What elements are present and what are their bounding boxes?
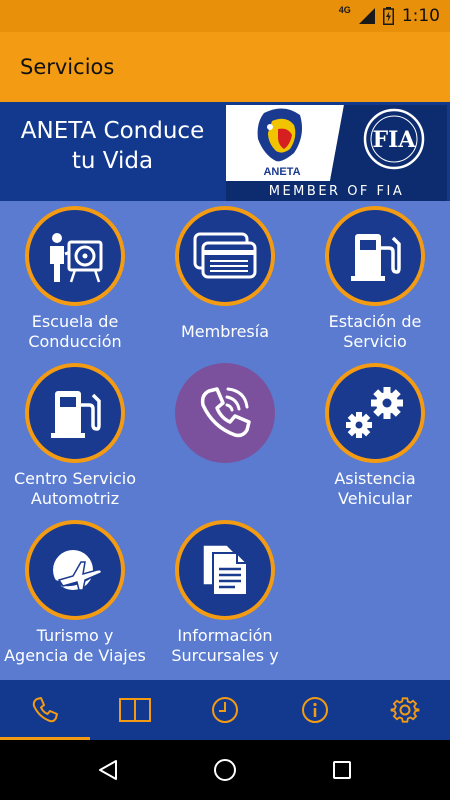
banner[interactable]: ANETA Conduce tu Vida ANETA FIA MEMBER O… bbox=[0, 102, 450, 201]
fia-logo-text: FIA bbox=[373, 127, 417, 153]
tab-guide[interactable] bbox=[90, 680, 180, 740]
status-bar: 4G 1:10 bbox=[0, 0, 450, 32]
tab-contact[interactable] bbox=[0, 680, 90, 740]
service-circle bbox=[325, 363, 425, 463]
service-label: Información Surcursales y bbox=[150, 626, 300, 666]
service-circle bbox=[25, 206, 125, 306]
service-label-line1: Estación de bbox=[328, 312, 422, 331]
globe-plane-icon bbox=[50, 550, 103, 591]
viber-phone-icon bbox=[200, 387, 251, 438]
settings-icon bbox=[390, 697, 420, 723]
service-escuela-conduccion[interactable]: Escuela de Conducción bbox=[0, 206, 150, 352]
service-circle bbox=[325, 206, 425, 306]
service-label-line2: Vehicular bbox=[338, 489, 412, 508]
service-circle bbox=[25, 520, 125, 620]
back-icon[interactable] bbox=[96, 758, 120, 782]
fuel-station-icon bbox=[51, 391, 101, 438]
aneta-fia-emblem: ANETA FIA bbox=[226, 105, 447, 181]
service-asistencia-vehicular[interactable]: Asistencia Vehicular bbox=[300, 363, 450, 509]
service-label-line1: Turismo y bbox=[36, 626, 114, 645]
service-label-line2: Conducción bbox=[28, 332, 122, 351]
banner-slogan: ANETA Conduce tu Vida bbox=[0, 116, 225, 176]
service-circle bbox=[175, 520, 275, 620]
service-label-line2: Automotriz bbox=[30, 489, 120, 508]
network-type: 4G bbox=[338, 5, 351, 15]
service-label: Centro Servicio Automotriz bbox=[0, 469, 150, 509]
tab-history[interactable] bbox=[180, 680, 270, 740]
clock-icon bbox=[212, 697, 238, 723]
service-centro-automotriz[interactable]: Centro Servicio Automotriz bbox=[0, 363, 150, 509]
service-label-line1: Escuela de bbox=[31, 312, 119, 331]
fuel-station-icon bbox=[351, 234, 401, 281]
book-icon bbox=[119, 698, 151, 722]
service-label-line2: Servicio bbox=[343, 332, 407, 351]
driving-school-icon bbox=[50, 233, 103, 283]
service-label-line1: Información bbox=[177, 626, 273, 645]
tab-settings[interactable] bbox=[360, 680, 450, 740]
page-title: Servicios bbox=[20, 55, 115, 79]
viber-circle bbox=[175, 363, 275, 463]
service-label-line2: Agencia de Viajes bbox=[4, 646, 146, 665]
app-bar: Servicios bbox=[0, 32, 450, 102]
service-circle bbox=[175, 206, 275, 306]
membership-cards-icon bbox=[193, 232, 257, 279]
service-turismo-viajes[interactable]: Turismo y Agencia de Viajes bbox=[0, 520, 150, 666]
home-icon[interactable] bbox=[213, 758, 237, 782]
documents-icon bbox=[202, 544, 248, 596]
service-label: Estación de Servicio bbox=[300, 312, 450, 352]
system-nav-bar bbox=[0, 740, 450, 800]
service-label-line2: Surcursales y bbox=[171, 646, 279, 665]
clock-time: 1:10 bbox=[401, 6, 440, 26]
aneta-fia-logo: ANETA FIA MEMBER OF FIA bbox=[226, 105, 447, 201]
service-informacion-sucursales[interactable]: Información Surcursales y bbox=[150, 520, 300, 666]
tab-info[interactable] bbox=[270, 680, 360, 740]
phone-icon bbox=[32, 697, 58, 723]
aneta-logo-text: ANETA bbox=[263, 166, 300, 178]
banner-line1: ANETA Conduce bbox=[20, 118, 205, 144]
viber-call-button[interactable] bbox=[150, 363, 300, 463]
bottom-tab-bar bbox=[0, 680, 450, 740]
fia-caption: MEMBER OF FIA bbox=[268, 184, 405, 199]
recents-icon[interactable] bbox=[330, 758, 354, 782]
info-icon bbox=[302, 697, 328, 723]
service-label-line1: Membresía bbox=[180, 322, 270, 341]
gears-icon bbox=[346, 387, 403, 438]
service-label-line1: Centro Servicio bbox=[13, 469, 137, 488]
service-label: Turismo y Agencia de Viajes bbox=[0, 626, 150, 666]
service-estacion-servicio[interactable]: Estación de Servicio bbox=[300, 206, 450, 352]
service-label: Escuela de Conducción bbox=[0, 312, 150, 352]
service-label: Asistencia Vehicular bbox=[300, 469, 450, 509]
service-circle bbox=[25, 363, 125, 463]
service-label: Membresía bbox=[150, 322, 300, 342]
service-label-line1: Asistencia bbox=[334, 469, 416, 488]
signal-icon bbox=[358, 8, 375, 24]
battery-icon bbox=[382, 7, 394, 25]
service-membresia[interactable]: Membresía bbox=[150, 206, 300, 342]
banner-line2: tu Vida bbox=[71, 148, 154, 174]
status-icons: 4G 1:10 bbox=[339, 0, 440, 32]
